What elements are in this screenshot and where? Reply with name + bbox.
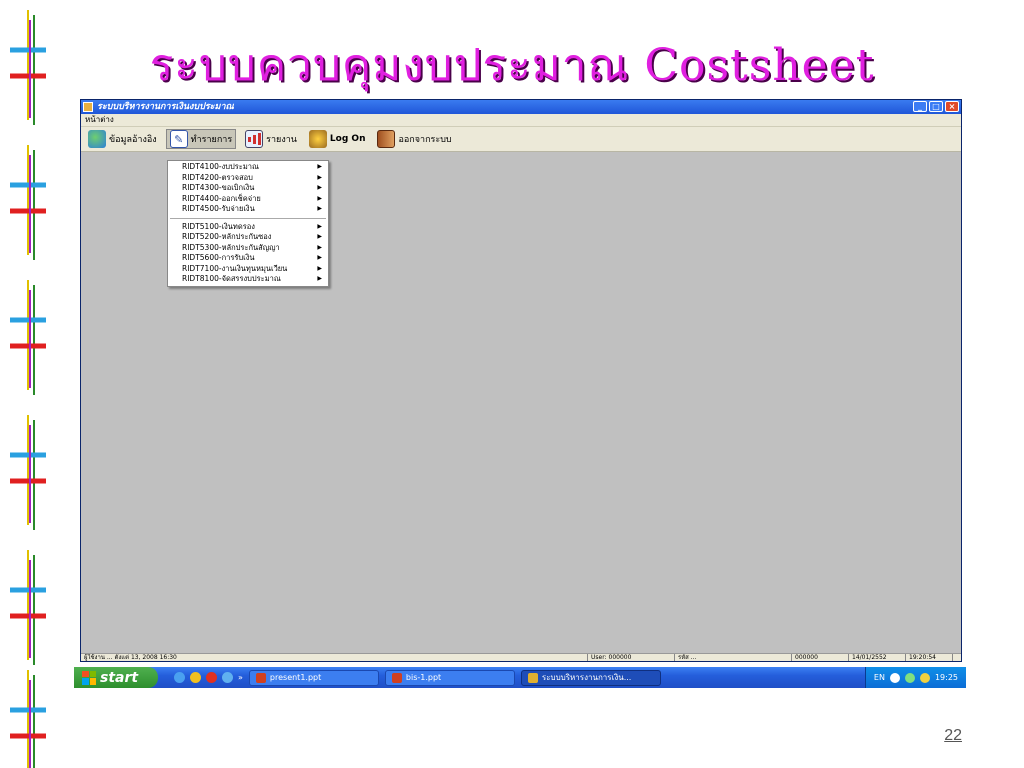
statusbar: ผู้ใช้งาน ... ตั้งแต่ 13, 2008 16:30 Use… [81, 653, 961, 661]
toolbar-logon[interactable]: Log On [306, 129, 369, 149]
language-indicator[interactable]: EN [874, 673, 885, 682]
menu-item-ridt5200[interactable]: RIDT5200-หลักประกันซอง ▶ [168, 232, 328, 243]
app-icon[interactable] [206, 672, 217, 683]
status-id: 000000 [792, 654, 849, 661]
menu-item-label: RIDT5600-การรับเงิน [182, 253, 255, 262]
task-bis1[interactable]: bis-1.ppt [384, 669, 515, 686]
more-chevron-icon[interactable]: » [238, 673, 243, 682]
ie-icon[interactable] [174, 672, 185, 683]
toolbar-exit[interactable]: ออกจากระบบ [374, 129, 454, 149]
tray-arrow-icon[interactable] [889, 672, 900, 683]
submenu-arrow-icon: ▶ [317, 275, 322, 282]
window-title: ระบบบริหารงานการเงินงบประมาณ [97, 102, 234, 112]
submenu-arrow-icon: ▶ [317, 194, 322, 202]
clock: 19:25 [934, 673, 958, 682]
menu-item-label: RIDT4300-ขอเบิกเงิน [182, 183, 255, 192]
toolbar: ข้อมูลอ้างอิง ✎ ทำรายการ รายงาน Log On อ… [81, 127, 961, 152]
menu-item-label: RIDT5200-หลักประกันซอง [182, 232, 272, 241]
exit-door-icon [377, 130, 396, 148]
start-button[interactable]: start [74, 667, 158, 688]
menu-item-label: RIDT4500-รับจ่ายเงิน [182, 204, 255, 213]
powerpoint-icon [391, 672, 402, 683]
toolbar-label: รายงาน [266, 135, 297, 145]
submenu-arrow-icon: ▶ [317, 254, 322, 261]
logon-icon [308, 130, 327, 148]
menu-item-ridt4400[interactable]: RIDT4400-ออกเช็คจ่าย ▶ [168, 194, 328, 205]
menu-item-ridt4200[interactable]: RIDT4200-ตรวจสอบ ▶ [168, 173, 328, 184]
system-tray: EN 19:25 [864, 667, 966, 688]
media-icon[interactable] [190, 672, 201, 683]
menu-item-ridt5300[interactable]: RIDT5300-หลักประกันสัญญา ▶ [168, 243, 328, 254]
windows-taskbar: start » present1.ppt bis-1.ppt ระบบบริหา… [74, 667, 966, 688]
toolbar-label: ออกจากระบบ [398, 135, 452, 145]
start-label: start [100, 669, 139, 686]
security-icon[interactable] [919, 672, 930, 683]
windows-logo-icon [82, 670, 96, 685]
status-code: รหัส ... [675, 654, 792, 661]
submenu-arrow-icon: ▶ [317, 222, 322, 230]
submenu-arrow-icon: ▶ [317, 163, 322, 170]
status-user-session: ผู้ใช้งาน ... ตั้งแต่ 13, 2008 16:30 [81, 654, 588, 661]
menu-item-label: RIDT4400-ออกเช็คจ่าย [182, 193, 261, 203]
app-window-icon [527, 672, 538, 683]
app-window: ระบบบริหารงานการเงินงบประมาณ _ □ × หน้าต… [80, 99, 962, 662]
menu-item-ridt5600[interactable]: RIDT5600-การรับเงิน ▶ [168, 253, 328, 264]
task-label: present1.ppt [269, 673, 322, 682]
menu-item-label: RIDT4200-ตรวจสอบ [182, 172, 253, 182]
toolbar-report[interactable]: รายงาน [242, 129, 300, 149]
submenu-arrow-icon: ▶ [317, 184, 322, 191]
menu-item-ridt8100[interactable]: RIDT8100-จัดสรรงบประมาณ ▶ [168, 274, 328, 285]
slide-title: ระบบควบคุมงบประมาณ Costsheet [149, 40, 875, 91]
status-time: 19:20:54 [906, 654, 953, 661]
toolbar-label: ข้อมูลอ้างอิง [109, 135, 157, 145]
status-user: User: 000000 [588, 654, 675, 661]
menu-item-label: RIDT5300-หลักประกันสัญญา [182, 242, 280, 252]
menu-separator [170, 217, 326, 219]
report-icon [245, 130, 264, 148]
reference-data-icon [88, 130, 106, 148]
maximize-button[interactable]: □ [929, 101, 943, 112]
menu-window[interactable]: หน้าต่าง [85, 115, 114, 124]
menu-item-label: RIDT5100-เงินทดรอง [182, 221, 255, 231]
network-icon[interactable] [904, 672, 915, 683]
minimize-button[interactable]: _ [913, 101, 927, 112]
browser-icon[interactable] [222, 672, 233, 683]
window-titlebar[interactable]: ระบบบริหารงานการเงินงบประมาณ _ □ × [81, 100, 961, 114]
menu-item-label: RIDT7100-งานเงินทุนหมุนเวียน [182, 263, 288, 273]
submenu-arrow-icon: ▶ [317, 173, 322, 181]
menubar: หน้าต่าง [81, 114, 961, 127]
app-icon [83, 102, 93, 112]
task-label: bis-1.ppt [405, 673, 442, 682]
submenu-arrow-icon: ▶ [317, 205, 322, 212]
menu-item-ridt4500[interactable]: RIDT4500-รับจ่ายเงิน ▶ [168, 204, 328, 215]
close-button[interactable]: × [945, 101, 959, 112]
status-date: 14/01/2552 [849, 654, 906, 661]
task-finance-system[interactable]: ระบบบริหารงานการเงิน... [520, 669, 661, 686]
left-decoration [0, 10, 60, 768]
toolbar-transaction[interactable]: ✎ ทำรายการ [165, 129, 237, 149]
toolbar-label: ทำรายการ [190, 135, 233, 145]
task-label: ระบบบริหารงานการเงิน... [541, 673, 632, 682]
menu-item-ridt4100[interactable]: RIDT4100-งบประมาณ ▶ [168, 162, 328, 173]
powerpoint-icon [255, 672, 266, 683]
page-number: 22 [944, 727, 962, 744]
submenu-arrow-icon: ▶ [317, 264, 322, 272]
toolbar-reference-data[interactable]: ข้อมูลอ้างอิง [85, 129, 160, 149]
menu-item-ridt4300[interactable]: RIDT4300-ขอเบิกเงิน ▶ [168, 183, 328, 194]
submenu-arrow-icon: ▶ [317, 233, 322, 240]
task-present1[interactable]: present1.ppt [248, 669, 379, 686]
transaction-dropdown-menu: RIDT4100-งบประมาณ ▶ RIDT4200-ตรวจสอบ ▶ RID… [167, 160, 329, 287]
quick-launch: » [174, 672, 243, 683]
menu-item-ridt7100[interactable]: RIDT7100-งานเงินทุนหมุนเวียน ▶ [168, 264, 328, 275]
menu-item-label: RIDT8100-จัดสรรงบประมาณ [182, 274, 281, 283]
transaction-icon: ✎ [169, 130, 188, 148]
toolbar-label: Log On [329, 134, 366, 144]
menu-item-label: RIDT4100-งบประมาณ [182, 162, 259, 171]
menu-item-ridt5100[interactable]: RIDT5100-เงินทดรอง ▶ [168, 222, 328, 233]
submenu-arrow-icon: ▶ [317, 243, 322, 251]
